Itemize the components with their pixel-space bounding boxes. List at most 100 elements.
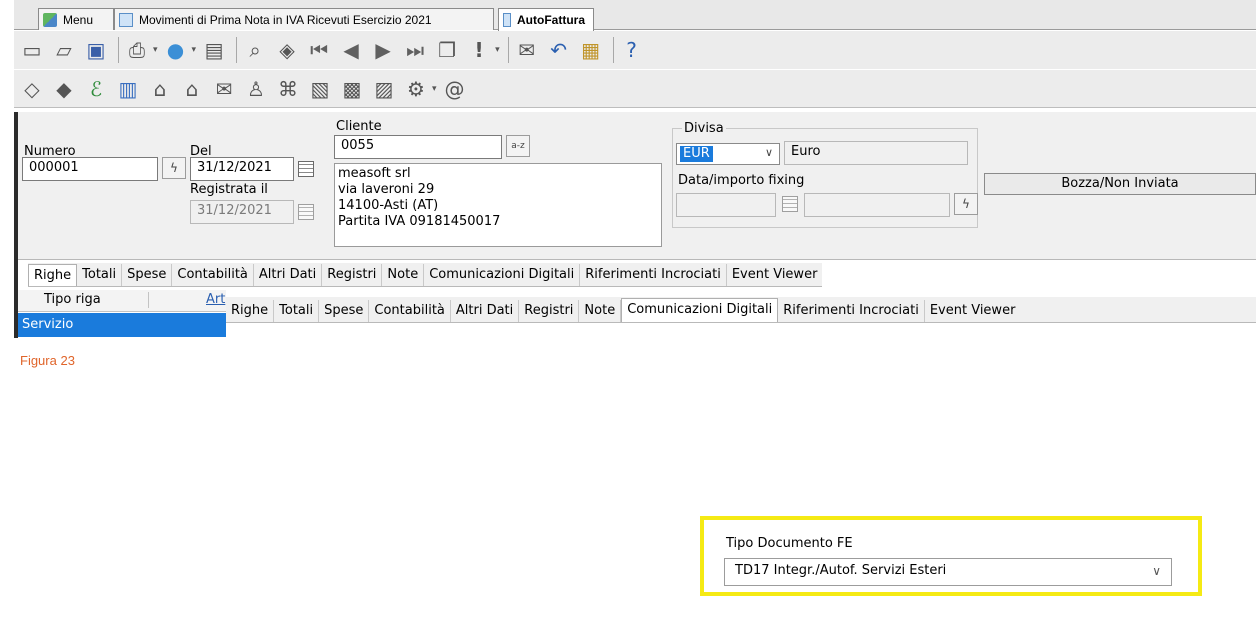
toolbar-separator bbox=[236, 37, 238, 63]
tab-autofattura-label: AutoFattura bbox=[517, 13, 585, 27]
tab-movimenti[interactable]: Movimenti di Prima Nota in IVA Ricevuti … bbox=[114, 8, 494, 30]
warehouse-icon[interactable]: ⌂ bbox=[146, 75, 174, 103]
previous-record-icon[interactable]: ◀ bbox=[337, 36, 365, 64]
globe-icon[interactable]: ● bbox=[162, 36, 190, 64]
tab-note[interactable]: Note bbox=[382, 264, 425, 286]
search-icon[interactable]: ⌕ bbox=[241, 36, 269, 64]
alert-icon[interactable]: ! bbox=[465, 36, 493, 64]
chevron-down-icon[interactable]: ▾ bbox=[153, 45, 158, 55]
tab-autofattura[interactable]: AutoFattura bbox=[498, 8, 594, 31]
warehouse-alt-icon[interactable]: ⌂ bbox=[178, 75, 206, 103]
next-record-icon[interactable]: ▶ bbox=[369, 36, 397, 64]
row-tipo-riga: Servizio bbox=[22, 317, 74, 332]
del-date-input[interactable]: 31/12/2021 bbox=[190, 157, 294, 181]
calendar-icon[interactable] bbox=[298, 161, 314, 177]
folder-icon[interactable]: ◇ bbox=[18, 75, 46, 103]
address-line: via laveroni 29 bbox=[338, 182, 435, 197]
undo-icon[interactable]: ↶ bbox=[545, 36, 573, 64]
tab-menu[interactable]: Menu bbox=[38, 8, 114, 30]
cliente-search-button[interactable]: a-z bbox=[506, 135, 530, 157]
help-icon[interactable]: ? bbox=[618, 36, 646, 64]
menu-icon bbox=[43, 12, 57, 27]
fe-highlight-box: Tipo Documento FE TD17 Integr./Autof. Se… bbox=[700, 516, 1202, 596]
registrata-date-input: 31/12/2021 bbox=[190, 200, 294, 224]
fixing-label: Data/importo fixing bbox=[678, 173, 805, 188]
cliente-input[interactable]: 0055 bbox=[334, 135, 502, 159]
table-row[interactable]: Servizio bbox=[18, 313, 228, 337]
tab-event-viewer[interactable]: Event Viewer bbox=[727, 264, 823, 286]
tab-note[interactable]: Note bbox=[579, 300, 622, 322]
tab-registri[interactable]: Registri bbox=[322, 264, 383, 286]
tab-altri-dati[interactable]: Altri Dati bbox=[451, 300, 520, 322]
document-edit-icon[interactable]: ▧ bbox=[306, 75, 334, 103]
cliente-address-box: measoft srl via laveroni 29 14100-Asti (… bbox=[334, 163, 662, 247]
folder-open-icon[interactable]: ◆ bbox=[50, 75, 78, 103]
tab-totali[interactable]: Totali bbox=[274, 300, 320, 322]
last-record-icon[interactable]: ⏭ bbox=[401, 36, 429, 64]
tab-contabilita[interactable]: Contabilità bbox=[172, 264, 254, 286]
calculator-icon[interactable]: ▥ bbox=[114, 75, 142, 103]
calendar-icon bbox=[782, 196, 798, 212]
address-line: measoft srl bbox=[338, 166, 411, 181]
mail-settings-icon[interactable]: ✉ bbox=[210, 75, 238, 103]
export-icon[interactable]: ▤ bbox=[200, 36, 228, 64]
edit-document-icon[interactable]: ▱ bbox=[50, 36, 78, 64]
gift-icon[interactable]: ▦ bbox=[577, 36, 605, 64]
bank-icon[interactable]: ⌘ bbox=[274, 75, 302, 103]
stamp-icon[interactable]: ▩ bbox=[338, 75, 366, 103]
chevron-down-icon: ∨ bbox=[764, 146, 773, 159]
tab-riferimenti-incrociati[interactable]: Riferimenti Incrociati bbox=[778, 300, 925, 322]
toolbar-separator bbox=[118, 37, 119, 63]
tipo-documento-fe-value: TD17 Integr./Autof. Servizi Esteri bbox=[735, 563, 947, 578]
numero-input[interactable]: 000001 bbox=[22, 157, 158, 181]
tab-contabilita[interactable]: Contabilità bbox=[369, 300, 451, 322]
tab-righe[interactable]: Righe bbox=[28, 264, 78, 286]
column-header-tipo-riga[interactable]: Tipo riga bbox=[44, 292, 101, 307]
cliente-label: Cliente bbox=[336, 119, 382, 134]
binoculars-icon[interactable]: ◈ bbox=[273, 36, 301, 64]
column-divider bbox=[148, 292, 149, 308]
first-record-icon[interactable]: ⏮ bbox=[305, 36, 333, 64]
lightning-icon[interactable]: ϟ bbox=[162, 157, 186, 179]
tab-comunicazioni-digitali[interactable]: Comunicazioni Digitali bbox=[424, 264, 581, 286]
divisa-select[interactable]: EUR ∨ bbox=[676, 143, 780, 165]
divisa-select-value: EUR bbox=[680, 146, 713, 162]
tab-spese[interactable]: Spese bbox=[319, 300, 370, 322]
new-document-icon[interactable]: ▭ bbox=[18, 36, 46, 64]
tree-icon[interactable]: ℰ bbox=[82, 75, 110, 103]
print-icon[interactable]: ⎙ bbox=[123, 36, 151, 64]
mail-icon[interactable]: ✉ bbox=[513, 36, 541, 64]
toolbar-separator bbox=[612, 37, 614, 63]
lightning-icon[interactable]: ϟ bbox=[954, 193, 978, 215]
tab-righe[interactable]: Righe bbox=[226, 300, 275, 322]
email-send-icon[interactable]: @ bbox=[441, 75, 469, 103]
tab-comunicazioni-digitali[interactable]: Comunicazioni Digitali bbox=[621, 298, 779, 322]
grid-icon bbox=[503, 13, 511, 27]
document-tabs: Righe Totali Spese Contabilità Altri Dat… bbox=[28, 263, 823, 287]
calendar-icon bbox=[298, 204, 314, 220]
chevron-down-icon[interactable]: ▾ bbox=[192, 45, 197, 55]
tab-totali[interactable]: Totali bbox=[77, 264, 123, 286]
tipo-documento-fe-select[interactable]: TD17 Integr./Autof. Servizi Esteri ∨ bbox=[724, 558, 1172, 586]
toolbar-separator bbox=[507, 37, 509, 63]
chevron-down-icon[interactable]: ▾ bbox=[495, 45, 500, 55]
link-document-icon[interactable]: ▨ bbox=[370, 75, 398, 103]
figure-caption: Figura 23 bbox=[20, 353, 75, 368]
chevron-down-icon[interactable]: ▾ bbox=[432, 84, 437, 94]
user-icon[interactable]: ♙ bbox=[242, 75, 270, 103]
overlay-tabs: Righe Totali Spese Contabilità Altri Dat… bbox=[226, 297, 1256, 323]
copy-icon[interactable]: ❐ bbox=[433, 36, 461, 64]
tab-registri[interactable]: Registri bbox=[519, 300, 580, 322]
tab-altri-dati[interactable]: Altri Dati bbox=[254, 264, 323, 286]
save-icon[interactable]: ▣ bbox=[82, 36, 110, 64]
main-toolbar: ▭ ▱ ▣ ⎙ ▾ ● ▾ ▤ ⌕ ◈ ⏮ ◀ ▶ ⏭ ❐ ! ▾ ✉ ↶ ▦ ? bbox=[14, 31, 1256, 69]
secondary-toolbar: ◇ ◆ ℰ ▥ ⌂ ⌂ ✉ ♙ ⌘ ▧ ▩ ▨ ⚙ ▾ @ bbox=[14, 70, 1256, 108]
tab-spese[interactable]: Spese bbox=[122, 264, 173, 286]
tab-riferimenti-incrociati[interactable]: Riferimenti Incrociati bbox=[580, 264, 727, 286]
tab-event-viewer[interactable]: Event Viewer bbox=[925, 300, 1021, 322]
fixing-date-input bbox=[676, 193, 776, 217]
tab-menu-label: Menu bbox=[63, 12, 94, 27]
gear-icon[interactable]: ⚙ bbox=[402, 75, 430, 103]
divisa-description: Euro bbox=[784, 141, 968, 165]
column-header-articolo[interactable]: Art bbox=[206, 292, 225, 307]
